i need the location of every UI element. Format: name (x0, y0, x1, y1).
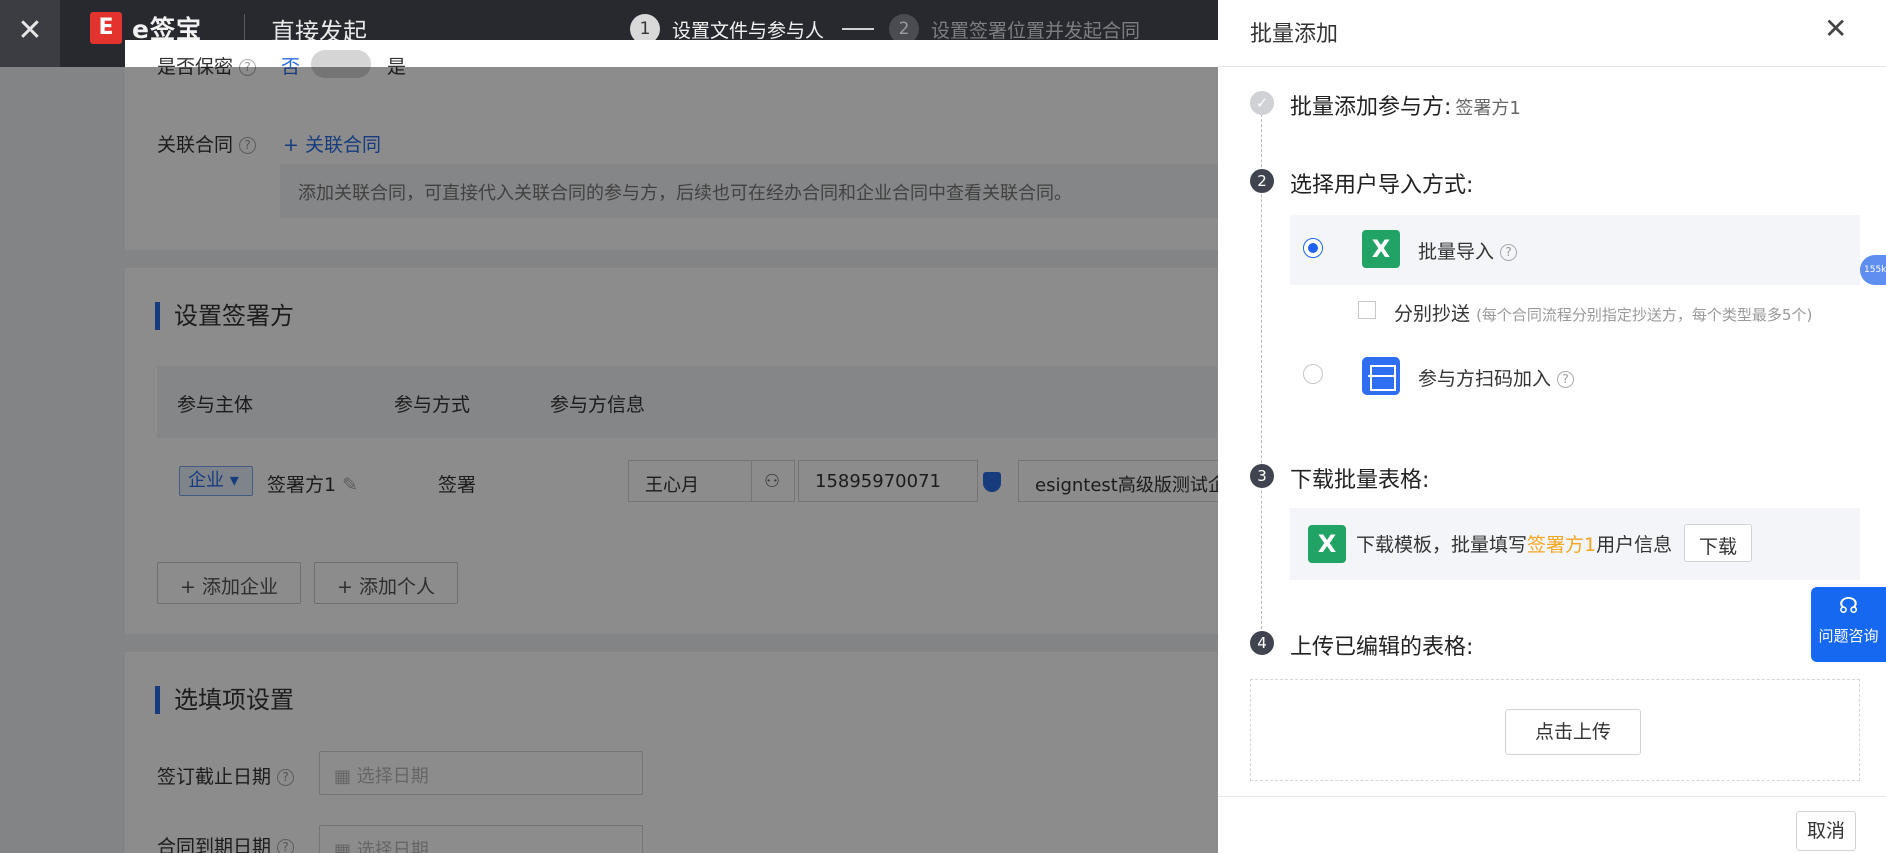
close-icon[interactable]: ✕ (1824, 12, 1847, 45)
step1-value: 签署方1 (1455, 98, 1521, 119)
step4-title: 上传已编辑的表格: (1290, 635, 1474, 660)
step-1-label: 设置文件与参与人 (672, 19, 825, 42)
qr-scan-icon (1362, 357, 1400, 395)
download-text-after: 用户信息 (1596, 534, 1673, 556)
batch-import-label: 批量导入? (1418, 237, 1518, 264)
cancel-button[interactable]: 取消 (1796, 811, 1856, 851)
step2-title: 选择用户导入方式: (1290, 173, 1474, 198)
step-connector (842, 28, 874, 30)
download-text-before: 下载模板，批量填写 (1356, 534, 1528, 556)
cc-label-text: 分别抄送 (1394, 303, 1471, 325)
drawer-header: 批量添加 ✕ (1218, 0, 1886, 67)
drawer-footer: 取消 (1218, 796, 1886, 853)
upload-button[interactable]: 点击上传 (1505, 709, 1641, 755)
excel-icon: X (1362, 230, 1400, 268)
headset-icon: ☊ (1838, 594, 1859, 619)
help-consult-button[interactable]: ☊ 问题咨询 (1811, 587, 1886, 662)
upload-area[interactable]: 点击上传 (1250, 679, 1860, 781)
excel-icon: X (1308, 525, 1346, 563)
consult-label: 问题咨询 (1818, 627, 1879, 645)
batch-add-drawer: 批量添加 ✕ ✓ 批量添加参与方: 签署方1 2 选择用户导入方式: X 批量导入… (1218, 0, 1886, 853)
cc-note: (每个合同流程分别指定抄送方，每个类型最多5个) (1476, 306, 1813, 324)
cc-checkbox[interactable] (1358, 301, 1376, 319)
check-icon: ✓ (1250, 91, 1274, 115)
cc-label: 分别抄送 (每个合同流程分别指定抄送方，每个类型最多5个) (1394, 299, 1812, 326)
step3-number: 3 (1250, 464, 1274, 488)
step2-number: 2 (1250, 169, 1274, 193)
scan-join-text: 参与方扫码加入 (1418, 368, 1552, 390)
step-2-label: 设置签署位置并发起合同 (931, 19, 1141, 42)
floating-badge[interactable]: 155k (1860, 255, 1886, 285)
step3-title: 下载批量表格: (1290, 468, 1430, 493)
step1-title: 批量添加参与方: 签署方1 (1290, 89, 1521, 121)
scan-join-label: 参与方扫码加入? (1418, 364, 1575, 391)
modal-overlay[interactable] (0, 67, 1218, 853)
divider (244, 14, 245, 42)
step4-number: 4 (1250, 631, 1274, 655)
download-text: 下载模板，批量填写签署方1用户信息 (1356, 530, 1672, 557)
batch-import-text: 批量导入 (1418, 241, 1495, 263)
drawer-title: 批量添加 (1250, 22, 1339, 47)
option-batch-import[interactable]: X 批量导入? (1290, 215, 1860, 285)
help-icon: ? (1500, 244, 1518, 261)
radio-batch-import[interactable] (1303, 238, 1323, 258)
step1-title-text: 批量添加参与方: (1290, 95, 1452, 120)
help-icon: ? (1557, 371, 1575, 388)
logo-mark: E (90, 12, 122, 44)
radio-scan-join[interactable] (1303, 364, 1323, 384)
download-highlight: 签署方1 (1527, 534, 1597, 556)
download-template-box: X 下载模板，批量填写签署方1用户信息 下载 (1290, 508, 1860, 580)
download-button[interactable]: 下载 (1684, 524, 1753, 562)
close-icon[interactable]: ✕ (0, 0, 60, 67)
